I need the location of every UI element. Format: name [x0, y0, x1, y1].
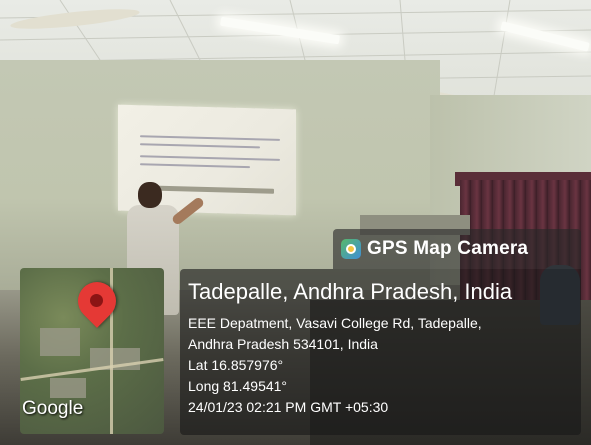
slide-text-line [140, 163, 250, 169]
slide-text-line [140, 155, 280, 161]
gps-app-tag: GPS Map Camera [333, 229, 581, 269]
presenter-head [138, 182, 162, 208]
app-name: GPS Map Camera [367, 238, 529, 259]
longitude: Long 81.49541° [188, 378, 288, 394]
slide-text-line [154, 185, 274, 194]
slide-text-line [140, 143, 260, 149]
address-line: Andhra Pradesh 534101, India [188, 336, 378, 352]
location-info-panel: Tadepalle, Andhra Pradesh, India EEE Dep… [180, 269, 581, 435]
gps-camera-app-icon [341, 239, 361, 259]
map-building [50, 378, 86, 398]
map-pin-center [90, 294, 103, 307]
latitude: Lat 16.857976° [188, 357, 284, 373]
location-title: Tadepalle, Andhra Pradesh, India [188, 279, 513, 304]
google-logo: Google [22, 398, 84, 419]
address-line: EEE Depatment, Vasavi College Rd, Tadepa… [188, 315, 482, 331]
slide-text-line [140, 135, 280, 141]
timestamp: 24/01/23 02:21 PM GMT +05:30 [188, 399, 389, 415]
map-building [40, 328, 80, 356]
